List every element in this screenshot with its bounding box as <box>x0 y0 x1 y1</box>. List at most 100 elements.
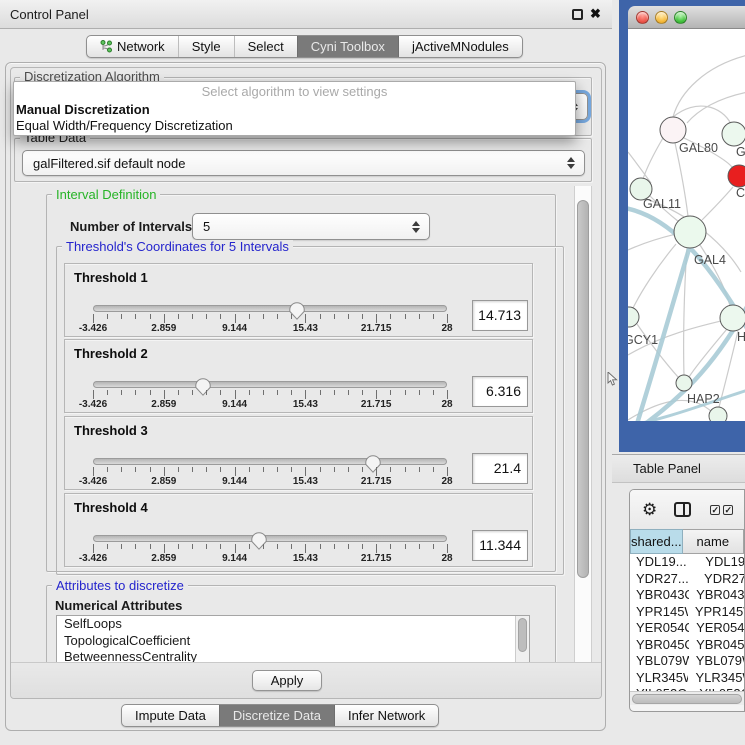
tab-discretize-data[interactable]: Discretize Data <box>219 705 334 726</box>
network-node-c[interactable] <box>728 165 745 187</box>
slider-tick-labels: -3.4262.8599.14415.4321.71528 <box>93 399 447 410</box>
network-node-label: HAP2 <box>687 392 720 406</box>
dropdown-option-manual[interactable]: Manual Discretization <box>14 102 575 118</box>
dropdown-prompt-item[interactable]: Select algorithm to view settings <box>14 82 575 102</box>
network-node-gal4[interactable] <box>674 216 706 248</box>
slider-track[interactable] <box>93 305 447 312</box>
minimize-traffic-light-icon[interactable] <box>655 11 668 24</box>
table-data-combobox-value: galFiltered.sif default node <box>23 156 566 171</box>
threshold-panel-4: Threshold 4-3.4262.8599.14415.4321.71528… <box>64 493 533 567</box>
table-row[interactable]: YBR045CYBR045C <box>630 637 744 654</box>
network-window-titlebar[interactable] <box>628 6 745 29</box>
cell-shared-name: YBR045C <box>630 637 689 654</box>
table-row[interactable]: YBL079WYBL079W <box>630 653 744 670</box>
attribute-list-item[interactable]: TopologicalCoefficient <box>57 633 529 650</box>
gear-icon[interactable]: ⚙ <box>642 501 657 518</box>
control-panel-titlebar <box>0 0 612 29</box>
threshold-value-field[interactable]: 21.4 <box>472 453 528 484</box>
threshold-value-field[interactable]: 11.344 <box>472 530 528 561</box>
cell-name: YDR27 <box>697 571 744 588</box>
thresholds-group-title: Threshold's Coordinates for 5 Intervals <box>62 240 293 253</box>
cell-name: YPR145W <box>688 604 744 621</box>
column-header-name[interactable]: name <box>683 529 744 554</box>
dropdown-option-equal-width[interactable]: Equal Width/Frequency Discretization <box>14 118 575 134</box>
apply-bar: Apply <box>11 662 601 698</box>
network-node-label: GAL4 <box>694 253 726 267</box>
table-row[interactable]: YBR043CYBR043C <box>630 587 744 604</box>
slider-track[interactable] <box>93 381 447 388</box>
numerical-attributes-list[interactable]: SelfLoopsTopologicalCoefficientBetweenne… <box>56 615 530 662</box>
cell-shared-name: YER054C <box>630 620 689 637</box>
slider-ticks <box>93 314 447 323</box>
threshold-value-field[interactable]: 6.316 <box>472 376 528 407</box>
network-node[interactable] <box>709 407 727 421</box>
settings-scrollbar[interactable] <box>574 186 592 662</box>
checkbox-icons[interactable]: ✓ ✓ <box>710 505 733 515</box>
table-header: shared... name <box>630 529 744 554</box>
list-scrollbar[interactable] <box>515 616 529 662</box>
tab-infer-network[interactable]: Infer Network <box>334 705 438 726</box>
network-canvas[interactable]: GAL80GACGAL11GAL4GCY1HHAP2 <box>628 29 745 421</box>
close-traffic-light-icon[interactable] <box>636 11 649 24</box>
threshold-label: Threshold 3 <box>74 423 148 438</box>
checkbox-icon[interactable]: ✓ <box>723 505 733 515</box>
network-node-ga[interactable] <box>722 122 745 146</box>
attribute-list-item[interactable]: BetweennessCentrality <box>57 649 529 662</box>
num-intervals-value: 5 <box>193 219 411 234</box>
threshold-label: Threshold 4 <box>74 500 148 515</box>
num-intervals-label: Number of Intervals <box>70 219 192 234</box>
network-icon <box>100 40 112 53</box>
table-hscrollbar[interactable] <box>630 691 744 705</box>
table-row[interactable]: YLR345WYLR345W <box>630 670 744 687</box>
tab-cyni-toolbox[interactable]: Cyni Toolbox <box>297 36 398 57</box>
column-layout-icon[interactable] <box>674 502 691 517</box>
network-node-label: C <box>736 186 745 200</box>
thresholds-groupbox: Threshold 1 -3.4262.8599.14415.4321.71528… <box>56 246 564 575</box>
table-row[interactable]: YER054CYER054C <box>630 620 744 637</box>
mode-tabs: Impute DataDiscretize DataInfer Network <box>121 704 439 727</box>
slider-track[interactable] <box>93 458 447 465</box>
attribute-list-item[interactable]: SelfLoops <box>57 616 529 633</box>
apply-button[interactable]: Apply <box>252 670 322 691</box>
column-header-shared-name[interactable]: shared... <box>630 529 683 554</box>
combo-arrows-icon <box>566 157 575 169</box>
tab-style[interactable]: Style <box>178 36 234 57</box>
table-data-combobox[interactable]: galFiltered.sif default node <box>22 150 585 176</box>
num-intervals-spinner[interactable]: 5 <box>192 213 430 240</box>
threshold-label: Threshold 1 <box>74 270 148 285</box>
table-rows: YDL19...YDL19YDR27...YDR27YBR043CYBR043C… <box>630 554 744 691</box>
settings-scrollbar-thumb[interactable] <box>577 200 589 578</box>
tab-network[interactable]: Network <box>87 36 178 57</box>
attributes-group-title: Attributes to discretize <box>52 579 188 592</box>
network-node-hap2[interactable] <box>676 375 692 391</box>
table-row[interactable]: YDR27...YDR27 <box>630 571 744 588</box>
threshold-panel-1: Threshold 1 -3.4262.8599.14415.4321.71528… <box>64 263 533 337</box>
tab-jactivemnodules[interactable]: jActiveMNodules <box>398 36 522 57</box>
close-icon[interactable]: ✖ <box>590 6 601 22</box>
cell-shared-name: YBL079W <box>630 653 689 670</box>
network-node-gal80[interactable] <box>660 117 686 143</box>
cell-name: YBL079W <box>689 653 744 670</box>
cell-name: YDL19 <box>698 554 744 571</box>
tab-select[interactable]: Select <box>234 36 297 57</box>
table-row[interactable]: YPR145WYPR145W <box>630 604 744 621</box>
table-hscrollbar-thumb[interactable] <box>632 694 742 704</box>
network-node-label: H <box>737 330 745 344</box>
slider-track[interactable] <box>93 535 447 542</box>
checkbox-icon[interactable]: ✓ <box>710 505 720 515</box>
threshold-label: Threshold 2 <box>74 346 148 361</box>
table-toolbar: ⚙ ✓ ✓ <box>630 490 744 529</box>
threshold-value-field[interactable]: 14.713 <box>472 300 528 331</box>
tab-impute-data[interactable]: Impute Data <box>122 705 219 726</box>
table-row[interactable]: YDL19...YDL19 <box>630 554 744 571</box>
zoom-traffic-light-icon[interactable] <box>674 11 687 24</box>
network-node-h[interactable] <box>720 305 745 331</box>
network-node-label: GAL11 <box>643 197 681 211</box>
numerical-attributes-label: Numerical Attributes <box>55 598 182 613</box>
cell-name: YER054C <box>689 620 744 637</box>
table-panel-title: Table Panel <box>633 461 701 476</box>
cell-shared-name: YDL19... <box>630 554 698 571</box>
float-window-icon[interactable] <box>572 9 583 20</box>
network-node-label: GA <box>736 145 745 159</box>
slider-tick-labels: -3.4262.8599.14415.4321.71528 <box>93 323 447 334</box>
